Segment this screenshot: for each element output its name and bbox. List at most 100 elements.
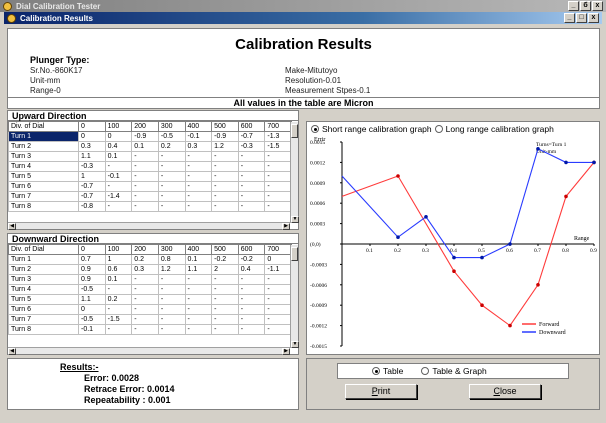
table-row[interactable]: Turn 2 0.3 0.4 0.1 0.2 0.3 1.2 -0.3 -1.5 (8, 141, 292, 152)
table-cell[interactable]: 0.3 (184, 141, 213, 152)
table-cell[interactable]: 0.9 (78, 274, 106, 285)
table-cell[interactable]: - (211, 274, 239, 285)
inner-close-icon[interactable]: x (588, 13, 599, 23)
table-cell[interactable]: 1.2 (157, 264, 186, 275)
column-header[interactable]: 600 (237, 244, 266, 255)
table-cell[interactable]: - (211, 304, 239, 315)
table-cell[interactable]: - (264, 191, 292, 202)
table-row[interactable]: Turn 1 0 0 -0.9 -0.5 -0.1 -0.9 -0.7 -1.3 (8, 131, 292, 142)
table-cell[interactable]: 0.2 (157, 141, 186, 152)
row-label[interactable]: Turn 3 (8, 151, 79, 162)
table-row[interactable]: Turn 8 -0.8- - - - - - - (8, 201, 292, 212)
table-cell[interactable]: -0.5 (78, 314, 106, 325)
table-cell[interactable]: 0.4 (237, 264, 266, 275)
short-range-radio[interactable] (311, 124, 319, 133)
minimize-icon[interactable]: _ (568, 1, 579, 11)
table-row[interactable]: Turn 8 -0.1- - - - - - - (8, 324, 292, 335)
long-range-radio[interactable] (434, 124, 443, 133)
table-cell[interactable]: - (264, 314, 292, 325)
column-header[interactable]: Div. of Dial (8, 121, 79, 132)
table-cell[interactable]: -1.3 (264, 131, 292, 142)
table-cell[interactable]: - (264, 294, 292, 305)
table-cell[interactable]: 0 (78, 304, 106, 315)
table-cell[interactable]: 0.4 (104, 141, 133, 152)
table-cell[interactable]: - (104, 304, 133, 315)
table-cell[interactable]: - (211, 171, 239, 182)
row-label[interactable]: Turn 5 (8, 294, 79, 305)
table-cell[interactable]: - (237, 314, 266, 325)
table-cell[interactable]: - (264, 171, 292, 182)
table-cell[interactable]: 1.1 (78, 151, 106, 162)
table-cell[interactable]: 0.7 (78, 254, 106, 265)
table-row[interactable]: Turn 1 0.7 1 0.2 0.8 0.1 -0.2 -0.2 0 (8, 254, 292, 265)
table-cell[interactable]: - (157, 181, 186, 192)
row-label[interactable]: Turn 4 (8, 284, 79, 295)
row-label[interactable]: Turn 6 (8, 181, 79, 192)
table-row[interactable]: Turn 2 0.9 0.6 0.3 1.2 1.1 2 0.4 -1.1 (8, 264, 292, 275)
table-option[interactable]: Table (372, 366, 403, 376)
table-row[interactable]: Turn 3 1.1 0.1- - - - - - (8, 151, 292, 162)
table-cell[interactable]: 1 (78, 171, 106, 182)
print-button[interactable]: Print (345, 384, 417, 399)
table-cell[interactable]: - (184, 181, 213, 192)
table-cell[interactable]: - (184, 284, 213, 295)
table-cell[interactable]: - (157, 274, 186, 285)
column-header[interactable]: Div. of Dial (8, 244, 79, 255)
table-cell[interactable]: 1 (104, 254, 133, 265)
table-cell[interactable]: - (131, 171, 159, 182)
row-label[interactable]: Turn 5 (8, 171, 79, 182)
table-cell[interactable]: - (131, 324, 159, 335)
table-cell[interactable]: - (131, 294, 159, 305)
table-radio-label[interactable]: Table (383, 366, 403, 376)
table-cell[interactable]: - (157, 191, 186, 202)
table-cell[interactable]: -0.5 (78, 284, 106, 295)
table-cell[interactable]: - (184, 171, 213, 182)
table-cell[interactable]: -0.2 (237, 254, 266, 265)
table-cell[interactable]: - (211, 161, 239, 172)
table-cell[interactable]: - (264, 284, 292, 295)
table-graph-option[interactable]: Table & Graph (421, 366, 487, 376)
table-cell[interactable]: - (157, 294, 186, 305)
column-header[interactable]: 100 (104, 121, 133, 132)
table-cell[interactable]: - (184, 294, 213, 305)
table-cell[interactable]: - (237, 151, 266, 162)
table-cell[interactable]: - (104, 324, 133, 335)
table-cell[interactable]: - (157, 151, 186, 162)
restore-icon[interactable]: б (580, 1, 591, 11)
row-label[interactable]: Turn 2 (8, 141, 79, 152)
table-cell[interactable]: - (184, 161, 213, 172)
table-cell[interactable]: -0.1 (78, 324, 106, 335)
row-label[interactable]: Turn 6 (8, 304, 79, 315)
downward-vertical-scrollbar[interactable]: ▼ (290, 245, 299, 348)
table-row[interactable]: Turn 60------- (8, 304, 292, 315)
table-cell[interactable]: 0 (264, 254, 292, 265)
inner-maximize-icon[interactable]: □ (576, 13, 587, 23)
table-row[interactable]: Turn 7 -0.7 -1.4- - - - - - (8, 191, 292, 202)
table-cell[interactable]: - (157, 304, 186, 315)
table-cell[interactable]: 0.1 (184, 254, 213, 265)
table-cell[interactable]: -0.7 (237, 131, 266, 142)
table-cell[interactable]: -0.7 (78, 191, 106, 202)
table-cell[interactable]: 0.1 (131, 141, 159, 152)
table-cell[interactable]: 2 (211, 264, 239, 275)
table-row[interactable]: Turn 4 -0.5- - - - - - - (8, 284, 292, 295)
table-cell[interactable]: - (264, 161, 292, 172)
table-cell[interactable]: - (157, 284, 186, 295)
table-cell[interactable]: -0.9 (131, 131, 159, 142)
table-cell[interactable]: - (104, 284, 133, 295)
table-cell[interactable]: -0.8 (78, 201, 106, 212)
table-cell[interactable]: 1.2 (211, 141, 239, 152)
table-cell[interactable]: - (131, 151, 159, 162)
table-cell[interactable]: - (264, 324, 292, 335)
table-cell[interactable]: - (237, 284, 266, 295)
row-label[interactable]: Turn 3 (8, 274, 79, 285)
table-cell[interactable]: - (131, 274, 159, 285)
table-cell[interactable]: -0.2 (211, 254, 239, 265)
table-row[interactable]: Turn 5 1 -0.1- - - - - - (8, 171, 292, 182)
table-cell[interactable]: -1.5 (104, 314, 133, 325)
column-header[interactable]: 200 (131, 121, 159, 132)
table-cell[interactable]: - (131, 284, 159, 295)
table-row[interactable]: Turn 7 -0.5 -1.5- - - - - - (8, 314, 292, 325)
table-cell[interactable]: 0.8 (157, 254, 186, 265)
table-cell[interactable]: - (264, 201, 292, 212)
